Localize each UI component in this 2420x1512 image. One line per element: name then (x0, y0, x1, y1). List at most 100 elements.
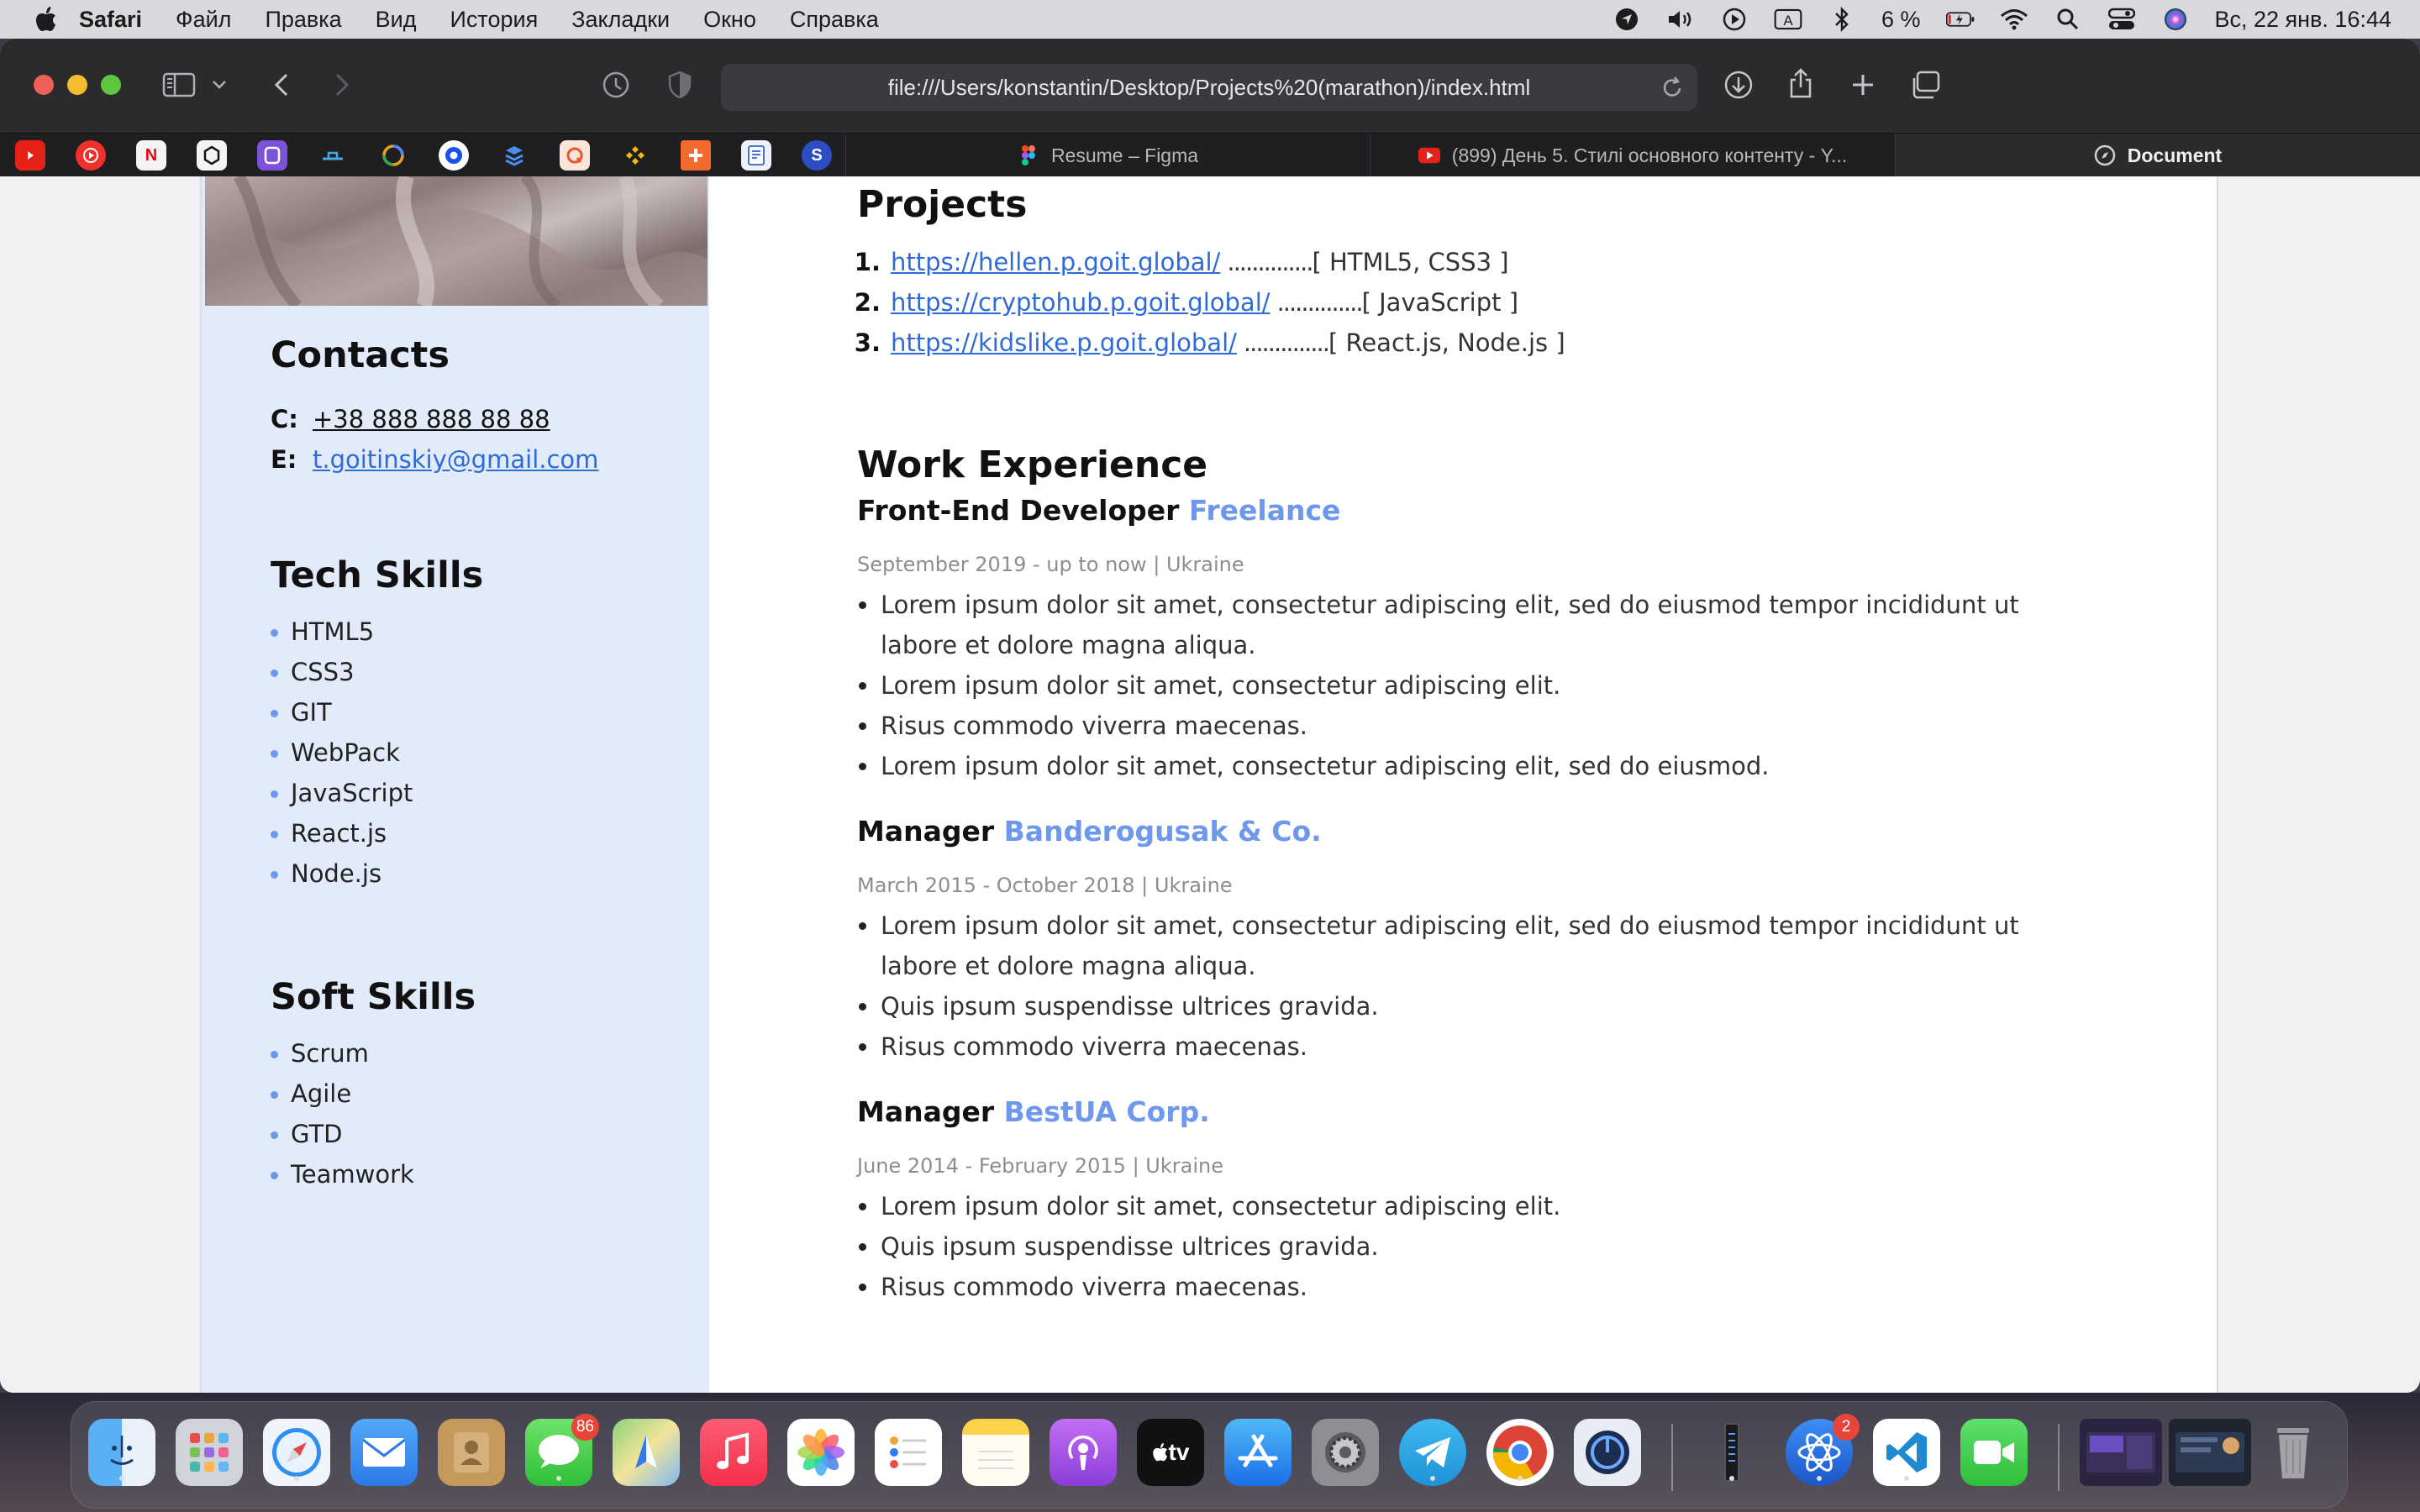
recent-window-thumbnail-icon[interactable] (2169, 1419, 2251, 1486)
pinned-coinbase-icon[interactable] (439, 140, 469, 171)
tab-youtube-label: (899) День 5. Стилі основного контенту -… (1451, 144, 1848, 166)
control-center-icon[interactable] (2107, 7, 2136, 32)
menu-view[interactable]: Вид (376, 7, 417, 33)
apple-tv-icon[interactable]: tv (1137, 1419, 1204, 1486)
minimize-window-button[interactable] (67, 75, 87, 95)
zoom-window-button[interactable] (101, 75, 121, 95)
project-leader-dots: .............. (1243, 328, 1330, 357)
tab-document[interactable]: Document (1895, 134, 2420, 177)
project-link[interactable]: https://hellen.p.goit.global/ (891, 242, 1220, 282)
volume-icon[interactable] (1666, 7, 1695, 32)
email-link[interactable]: t.goitinskiy@gmail.com (313, 445, 598, 474)
downloads-icon[interactable] (1719, 66, 1758, 104)
menu-window[interactable]: Окно (703, 7, 756, 33)
new-tab-plus-icon[interactable] (1844, 66, 1882, 104)
pinned-quora-icon[interactable] (560, 140, 590, 171)
mail-icon[interactable] (350, 1419, 418, 1486)
siri-icon[interactable] (2161, 7, 2190, 32)
forward-arrow-icon[interactable] (323, 66, 361, 104)
job-role: Front-End Developer (857, 494, 1180, 527)
pinned-youtube-music-icon[interactable] (76, 140, 106, 171)
close-window-button[interactable] (34, 75, 54, 95)
tower-icon[interactable] (1698, 1419, 1765, 1486)
project-stack: [ React.js, Node.js ] (1328, 328, 1565, 357)
facetime-icon[interactable] (1960, 1419, 2028, 1486)
page-viewport[interactable]: Contacts C: +38 888 888 88 88 E: t.goiti… (0, 176, 2420, 1393)
apple-menu-icon[interactable] (34, 7, 59, 32)
tab-figma[interactable]: Resume – Figma (845, 134, 1370, 177)
menu-bookmarks[interactable]: Закладки (571, 7, 670, 33)
music-icon[interactable] (700, 1419, 767, 1486)
xcode-badge: 2 (1833, 1414, 1860, 1441)
pinned-docs-icon[interactable] (741, 140, 771, 171)
tech-skills-heading: Tech Skills (271, 554, 484, 596)
finder-icon[interactable] (88, 1419, 155, 1486)
macos-menu-bar: Safari Файл Правка Вид История Закладки … (0, 0, 2420, 39)
pinned-netflix-icon[interactable]: N (136, 140, 166, 171)
address-bar[interactable]: file:///Users/konstantin/Desktop/Project… (721, 64, 1697, 111)
spotlight-search-icon[interactable] (2054, 7, 2082, 32)
menu-help[interactable]: Справка (790, 7, 879, 33)
contacts-heading: Contacts (271, 334, 450, 376)
address-url[interactable]: file:///Users/konstantin/Desktop/Project… (888, 75, 1530, 101)
location-arrow-icon[interactable] (1612, 7, 1641, 32)
now-playing-icon[interactable] (1720, 7, 1749, 32)
recent-window-thumbnail-icon[interactable] (2080, 1419, 2162, 1486)
proxyman-icon[interactable] (1574, 1419, 1641, 1486)
pinned-fork-icon[interactable] (499, 140, 529, 171)
reload-icon[interactable] (1659, 74, 1686, 101)
photos-icon[interactable] (787, 1419, 855, 1486)
history-clock-icon[interactable] (597, 66, 635, 104)
tab-youtube[interactable]: (899) День 5. Стилі основного контенту -… (1370, 134, 1895, 177)
bluetooth-icon[interactable] (1828, 7, 1856, 32)
pinned-plus-icon[interactable] (681, 140, 711, 171)
list-item: Quis ipsum suspendisse ultrices gravida. (857, 986, 2092, 1026)
menu-file[interactable]: Файл (176, 7, 231, 33)
pinned-binance-icon[interactable] (620, 140, 650, 171)
project-link[interactable]: https://cryptohub.p.goit.global/ (891, 282, 1270, 323)
telegram-icon[interactable] (1399, 1419, 1466, 1486)
pinned-bitwarden-icon[interactable] (318, 140, 348, 171)
menu-edit[interactable]: Правка (265, 7, 341, 33)
menu-history[interactable]: История (450, 7, 539, 33)
launchpad-icon[interactable] (176, 1419, 243, 1486)
phone-link[interactable]: +38 888 888 88 88 (313, 405, 550, 433)
vscode-icon[interactable] (1873, 1419, 1940, 1486)
maps-icon[interactable] (613, 1419, 680, 1486)
messages-icon[interactable]: 86 (525, 1414, 599, 1486)
trash-icon[interactable] (2260, 1419, 2327, 1486)
list-item: Lorem ipsum dolor sit amet, consectetur … (857, 585, 2092, 665)
chrome-icon[interactable] (1486, 1419, 1554, 1486)
input-source-icon[interactable]: A (1774, 7, 1802, 32)
battery-charging-icon[interactable] (1945, 7, 1975, 32)
notes-icon[interactable] (962, 1419, 1029, 1486)
job-bullets: Lorem ipsum dolor sit amet, consectetur … (857, 906, 2092, 1067)
job-meta: September 2019 - up to now | Ukraine (857, 553, 1244, 576)
pinned-stripe-icon[interactable]: S (802, 140, 832, 171)
share-icon[interactable] (1781, 64, 1820, 102)
project-item: 2. https://cryptohub.p.goit.global/ ....… (847, 282, 1565, 323)
pinned-color-circle-icon[interactable] (378, 140, 408, 171)
running-indicator (294, 1476, 299, 1481)
clock-datetime[interactable]: Вс, 22 янв. 16:44 (2215, 7, 2392, 33)
pinned-chatgpt-icon[interactable] (197, 140, 227, 171)
reminders-icon[interactable] (875, 1419, 942, 1486)
pinned-youtube-icon[interactable] (15, 140, 45, 171)
back-arrow-icon[interactable] (262, 66, 301, 104)
tab-overview-icon[interactable] (1906, 66, 1944, 104)
podcasts-icon[interactable] (1050, 1419, 1117, 1486)
system-settings-icon[interactable] (1312, 1419, 1379, 1486)
contacts-icon[interactable] (438, 1419, 505, 1486)
sidebar-toggle-icon[interactable] (160, 66, 198, 104)
project-link[interactable]: https://kidslike.p.goit.global/ (891, 323, 1237, 363)
list-item: Lorem ipsum dolor sit amet, consectetur … (857, 746, 2092, 786)
safari-icon[interactable] (263, 1419, 330, 1486)
menu-app-name[interactable]: Safari (79, 7, 142, 33)
list-item: Risus commodo viverra maecenas. (857, 706, 2092, 746)
pinned-proton-icon[interactable] (257, 140, 287, 171)
wifi-icon[interactable] (2000, 7, 2028, 32)
privacy-shield-icon[interactable] (660, 66, 699, 104)
app-store-icon[interactable] (1224, 1419, 1292, 1486)
chevron-down-icon[interactable] (207, 66, 232, 104)
xcode-cloud-icon[interactable]: 2 (1786, 1414, 1860, 1486)
